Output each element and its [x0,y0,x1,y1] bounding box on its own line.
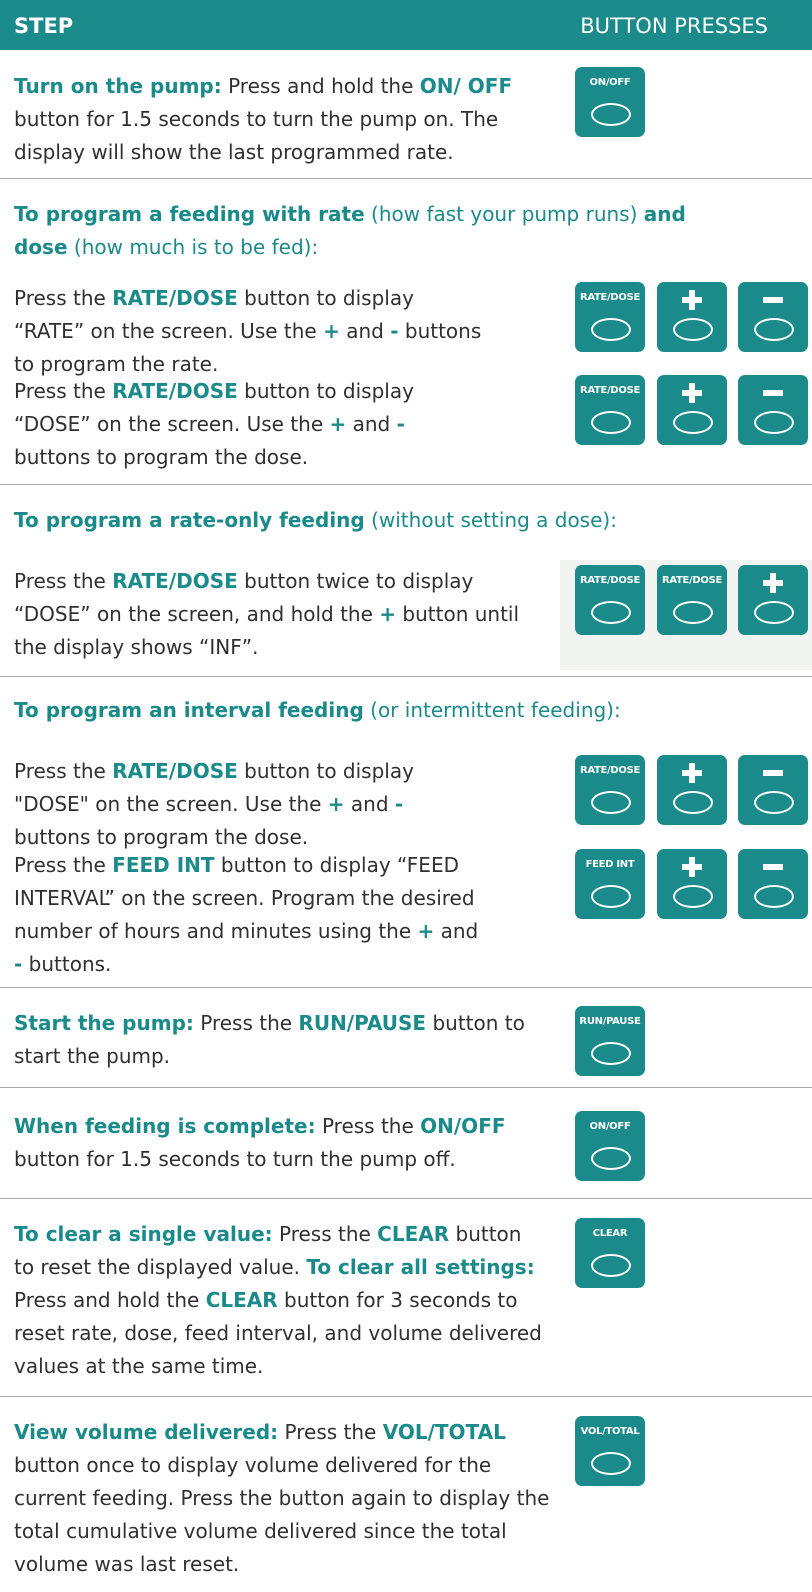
plus-button-icon [657,755,727,825]
divider [0,1198,812,1199]
rate-dose-button-icon: RATE/DOSE [575,375,645,445]
plus-button-icon [738,565,808,635]
table-header: STEP BUTTON PRESSES [0,0,812,50]
run-pause-button-icon: RUN/PAUSE [575,1006,645,1076]
divider [0,676,812,677]
divider [0,178,812,179]
program-feeding-heading: To program a feeding with rate (how fast… [14,202,686,259]
plus-button-icon [657,282,727,352]
start-pump-instruction: Start the pump: Press the RUN/PAUSE butt… [14,1011,525,1068]
button-presses-column-heading: BUTTON PRESSES [580,14,768,38]
divider [0,987,812,988]
volume-delivered-instruction: View volume delivered: Press the VOL/TOT… [14,1420,550,1576]
program-dose-instruction: Press the RATE/DOSE button to display “D… [14,379,414,469]
minus-button-icon [738,282,808,352]
rate-dose-button-icon: RATE/DOSE [657,565,727,635]
divider [0,1087,812,1088]
interval-dose-instruction: Press the RATE/DOSE button to display "D… [14,759,414,849]
on-off-button-icon: ON/OFF [575,67,645,137]
minus-button-icon [738,375,808,445]
clear-button-icon: CLEAR [575,1218,645,1288]
step-column-heading: STEP [14,14,74,38]
on-off-button-icon: ON/OFF [575,1111,645,1181]
rate-dose-button-icon: RATE/DOSE [575,282,645,352]
minus-button-icon [738,849,808,919]
rate-only-instruction: Press the RATE/DOSE button twice to disp… [14,569,520,659]
plus-button-icon [657,375,727,445]
clear-instruction: To clear a single value: Press the CLEAR… [14,1222,542,1378]
rate-dose-button-icon: RATE/DOSE [575,565,645,635]
divider [0,1396,812,1397]
feeding-complete-instruction: When feeding is complete: Press the ON/O… [14,1114,506,1171]
minus-button-icon [738,755,808,825]
feed-interval-instruction: Press the FEED INT button to display “FE… [14,853,479,976]
vol-total-button-icon: VOL/TOTAL [575,1416,645,1486]
rate-only-heading: To program a rate-only feeding (without … [14,508,617,532]
interval-heading: To program an interval feeding (or inter… [14,698,621,722]
rate-dose-button-icon: RATE/DOSE [575,755,645,825]
divider [0,484,812,485]
program-rate-instruction: Press the RATE/DOSE button to display “R… [14,286,482,376]
plus-button-icon [657,849,727,919]
feed-int-button-icon: FEED INT [575,849,645,919]
turn-on-instruction: Turn on the pump: Press and hold the ON/… [14,74,513,164]
